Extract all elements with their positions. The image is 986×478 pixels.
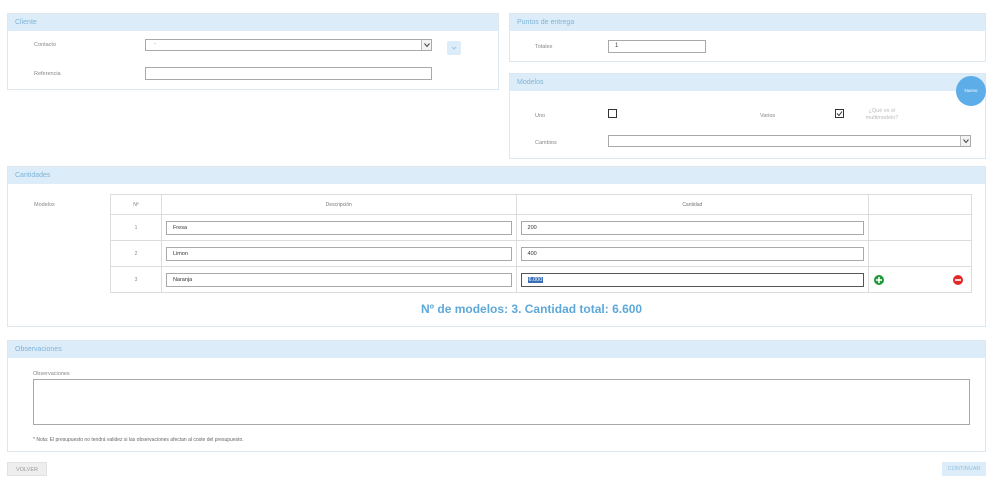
uno-label: Uno [535,113,546,119]
observaciones-field-label: Observaciones [33,371,70,377]
cambios-select[interactable] [608,135,971,147]
cantidad-input[interactable]: 200 [520,220,865,235]
contacto-label: Contacto [34,42,57,48]
descripcion-cell: Fresa [160,214,517,241]
table-header-row: Nº Descripción Cantidad [110,194,972,215]
referencia-input[interactable] [145,67,432,80]
uno-checkbox[interactable] [608,109,617,118]
table-row: 1 Fresa 200 [110,214,972,241]
checkmark-icon [836,111,843,117]
varios-label: Varios [760,113,776,119]
cantidad-cell: 6.000 [515,266,870,293]
descripcion-cell: Naranja [160,266,517,293]
observaciones-note: * Nota: El presupuesto no tendrá validez… [33,437,244,443]
row-number: 2 [110,240,162,267]
observaciones-panel-title: Observaciones [8,341,985,358]
cantidad-input[interactable]: 400 [520,246,865,261]
table-row: 2 Limon 400 [110,240,972,267]
remove-row-icon[interactable] [953,275,964,287]
actions-cell [868,266,972,293]
multimodelo-help-link[interactable]: ¿Qué es el multimodelo? [856,108,908,122]
modelos-table-label: Modelos [34,202,55,208]
contacto-select-value: - [154,41,156,47]
contacto-select[interactable]: - [145,39,432,51]
descripcion-input[interactable]: Naranja [165,272,512,287]
row-number: 1 [110,214,162,241]
actions-cell [868,240,972,267]
actions-cell [868,214,972,241]
cantidad-input[interactable]: 6.000 [520,272,865,287]
chevron-icon [451,46,457,50]
header-actions [868,194,972,215]
row-number: 3 [110,266,162,293]
descripcion-input[interactable]: Fresa [165,220,512,235]
cambios-label: Cambios [535,140,557,146]
cliente-panel-title: Cliente [8,14,498,31]
chevron-down-icon [421,40,431,50]
cantidad-cell: 400 [515,240,870,267]
cantidad-cell: 200 [515,214,870,241]
descripcion-cell: Limon [160,240,517,267]
referencia-label: Referencia [34,71,61,77]
header-descripcion: Descripción [160,194,517,215]
models-total-summary: Nº de modelos: 3. Cantidad total: 6.600 [421,302,643,316]
volver-button[interactable]: VOLVER [7,462,47,476]
observaciones-textarea[interactable] [33,379,970,425]
varios-checkbox[interactable] [835,109,844,118]
table-row: 3 Naranja 6.000 [110,266,972,293]
continuar-button[interactable]: CONTINUAR [942,462,986,476]
puntos-panel: Puntos de entrega [509,13,986,62]
totales-input[interactable]: 1 [608,40,706,53]
nuevo-modelo-button[interactable]: Nuevo [956,76,986,106]
modelos-panel-title: Modelos [510,74,985,91]
header-num: Nº [110,194,162,215]
header-cantidad: Cantidad [515,194,870,215]
puntos-panel-title: Puntos de entrega [510,14,985,31]
chevron-down-icon [960,136,970,146]
cantidades-panel-title: Cantidades [8,167,985,184]
cantidad-selected-text: 6.000 [527,276,544,283]
totales-label: Totales [535,44,553,50]
modelos-table: Nº Descripción Cantidad 1 Fresa 200 2 Li… [110,194,972,293]
add-row-icon[interactable] [874,275,885,287]
contacto-add-button[interactable] [447,41,461,55]
descripcion-input[interactable]: Limon [165,246,512,261]
